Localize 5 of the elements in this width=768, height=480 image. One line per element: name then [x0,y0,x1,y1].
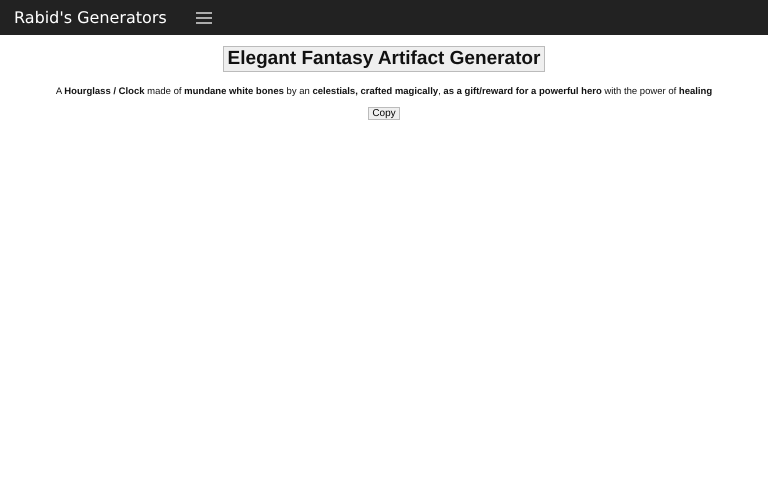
copy-button[interactable]: Copy [368,107,400,120]
site-title[interactable]: Rabid's Generators [14,8,167,27]
result-text: A Hourglass / Clock made of mundane white bones by an celestials, crafted magically, as a gift/reward for a powerful hero with the power of healing [56,86,712,97]
generate-button[interactable]: Elegant Fantasy Artifact Generator [222,46,546,72]
menu-icon[interactable] [196,12,212,24]
